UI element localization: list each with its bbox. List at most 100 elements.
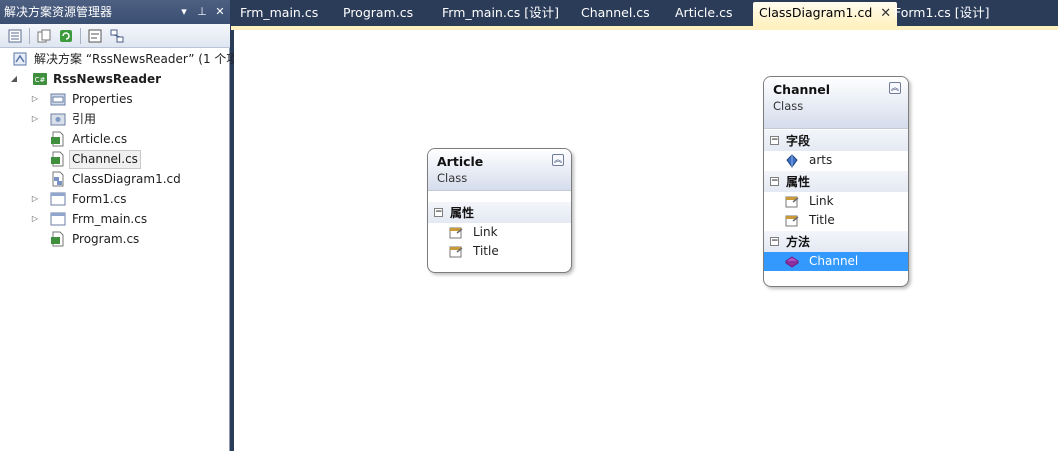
tab-label: Article.cs	[675, 5, 733, 20]
tree-node-label: Properties	[72, 92, 133, 106]
member-name: Title	[473, 244, 499, 258]
class-diagram-file-icon	[52, 171, 64, 187]
tree-node-label: Frm_main.cs	[72, 212, 148, 226]
property-icon	[449, 246, 463, 258]
tab-frm-main-design[interactable]: Frm_main.cs [设计]	[436, 2, 565, 24]
class-diagram-icon	[110, 29, 124, 42]
collapse-shape-icon[interactable]: ︽	[889, 82, 901, 94]
class-name: Channel	[773, 82, 831, 97]
tab-channel-cs[interactable]: Channel.cs	[575, 2, 656, 24]
tree-node-label: Program.cs	[72, 232, 140, 246]
solution-tree: 解决方案 “RssNewsReader” (1 个项目) ◢ C# RssNew…	[0, 49, 255, 249]
member-name: Link	[809, 194, 834, 208]
expanded-arrow-icon[interactable]: ◢	[8, 69, 20, 89]
member-method[interactable]: Channel	[764, 252, 908, 271]
properties-button[interactable]	[6, 27, 24, 45]
tab-form1-design[interactable]: Form1.cs [设计]	[888, 2, 996, 24]
csharp-project-icon: C#	[33, 73, 47, 85]
tab-label: Program.cs	[343, 5, 414, 20]
tab-label: Form1.cs [设计]	[894, 5, 990, 20]
collapsed-arrow-icon[interactable]: ▷	[29, 209, 41, 229]
compartment-title: 属性	[786, 175, 811, 189]
solution-explorer-panel: 解决方案资源管理器 ▾ ⊥ ✕ 解决方案 “RssNewsReader” (1 …	[0, 0, 255, 451]
tab-label: Channel.cs	[581, 5, 650, 20]
collapsed-arrow-icon[interactable]: ▷	[29, 89, 41, 109]
compartment-fields[interactable]: − 字段	[764, 129, 908, 151]
view-code-icon	[88, 29, 102, 42]
tab-label: Frm_main.cs	[240, 5, 319, 20]
dropdown-icon[interactable]: ▾	[178, 0, 190, 24]
show-all-files-button[interactable]	[35, 27, 53, 45]
tree-node-label: ClassDiagram1.cd	[72, 172, 181, 186]
tree-node-program-cs[interactable]: Program.cs	[0, 229, 230, 249]
refresh-icon	[60, 29, 72, 42]
tree-node-solution[interactable]: 解决方案 “RssNewsReader” (1 个项目)	[0, 49, 255, 69]
solution-explorer-title-bar: 解决方案资源管理器 ▾ ⊥ ✕	[0, 0, 230, 24]
view-code-button[interactable]	[86, 27, 104, 45]
class-name: Article	[437, 154, 484, 169]
tree-node-label: RssNewsReader	[53, 72, 162, 86]
property-icon	[785, 215, 799, 227]
class-kind: Class	[437, 171, 468, 185]
member-property[interactable]: Title	[764, 211, 908, 230]
tree-node-project[interactable]: ◢ C# RssNewsReader	[0, 69, 230, 89]
member-property[interactable]: Title	[428, 242, 571, 261]
tree-node-label: Channel.cs	[69, 150, 141, 169]
tree-node-label: 解决方案 “RssNewsReader” (1 个项目)	[34, 52, 256, 66]
document-tab-strip: Frm_main.cs Program.cs Frm_main.cs [设计] …	[231, 0, 1058, 28]
field-icon	[786, 154, 798, 168]
tab-classdiagram-cd[interactable]: ClassDiagram1.cd ✕	[753, 2, 898, 26]
compartment-properties[interactable]: − 属性	[428, 201, 571, 223]
member-name: Channel	[809, 254, 859, 268]
member-property[interactable]: Link	[764, 192, 908, 211]
compartment-title: 字段	[786, 134, 811, 148]
tree-node-references[interactable]: ▷ 引用	[0, 109, 230, 129]
class-shape-header[interactable]: Channel Class ︽	[764, 77, 908, 129]
property-icon	[785, 196, 799, 208]
class-shape-header[interactable]: Article Class ︽	[428, 149, 571, 191]
view-class-diagram-button[interactable]	[108, 27, 126, 45]
solution-icon	[13, 52, 27, 66]
compartment-methods[interactable]: − 方法	[764, 230, 908, 252]
member-property[interactable]: Link	[428, 223, 571, 242]
collapse-compartment-icon[interactable]: −	[770, 136, 779, 145]
tab-frm-main-cs[interactable]: Frm_main.cs	[234, 2, 324, 24]
csharp-file-icon	[51, 131, 64, 147]
class-shape-channel[interactable]: Channel Class ︽ − 字段 arts − 属性 Link Titl…	[763, 76, 909, 287]
close-icon[interactable]: ✕	[214, 0, 226, 24]
collapsed-arrow-icon[interactable]: ▷	[29, 189, 41, 209]
pin-icon[interactable]: ⊥	[196, 0, 208, 24]
compartment-title: 属性	[450, 206, 475, 220]
tree-node-article-cs[interactable]: Article.cs	[0, 129, 230, 149]
member-field[interactable]: arts	[764, 151, 908, 170]
tab-program-cs[interactable]: Program.cs	[337, 2, 419, 24]
tab-article-cs[interactable]: Article.cs	[669, 2, 738, 24]
tree-node-channel-cs[interactable]: Channel.cs	[0, 149, 230, 169]
references-icon	[50, 113, 66, 126]
collapsed-arrow-icon[interactable]: ▷	[29, 109, 41, 129]
tree-node-label: Article.cs	[72, 132, 128, 146]
tab-label: Frm_main.cs [设计]	[442, 5, 559, 20]
properties-icon	[8, 29, 22, 42]
tree-node-classdiagram[interactable]: ClassDiagram1.cd	[0, 169, 230, 189]
collapse-compartment-icon[interactable]: −	[770, 237, 779, 246]
method-icon	[785, 256, 799, 268]
collapse-shape-icon[interactable]: ︽	[552, 154, 564, 166]
tree-node-frm-main-cs[interactable]: ▷ Frm_main.cs	[0, 209, 230, 229]
collapse-compartment-icon[interactable]: −	[434, 208, 443, 217]
tree-node-properties[interactable]: ▷ Properties	[0, 89, 230, 109]
collapse-compartment-icon[interactable]: −	[770, 177, 779, 186]
toolbar-separator	[80, 27, 81, 44]
property-icon	[449, 227, 463, 239]
compartment-spacer	[428, 191, 571, 201]
refresh-button[interactable]	[57, 27, 75, 45]
compartment-properties[interactable]: − 属性	[764, 170, 908, 192]
properties-folder-icon	[50, 93, 66, 106]
form-file-icon	[50, 212, 66, 226]
class-kind: Class	[773, 99, 804, 113]
csharp-file-icon	[51, 151, 64, 167]
tree-node-form1-cs[interactable]: ▷ Form1.cs	[0, 189, 230, 209]
class-shape-article[interactable]: Article Class ︽ − 属性 Link Title	[427, 148, 572, 273]
class-diagram-canvas[interactable]: Article Class ︽ − 属性 Link Title Channel …	[234, 30, 1058, 451]
svg-text:C#: C#	[35, 76, 46, 84]
